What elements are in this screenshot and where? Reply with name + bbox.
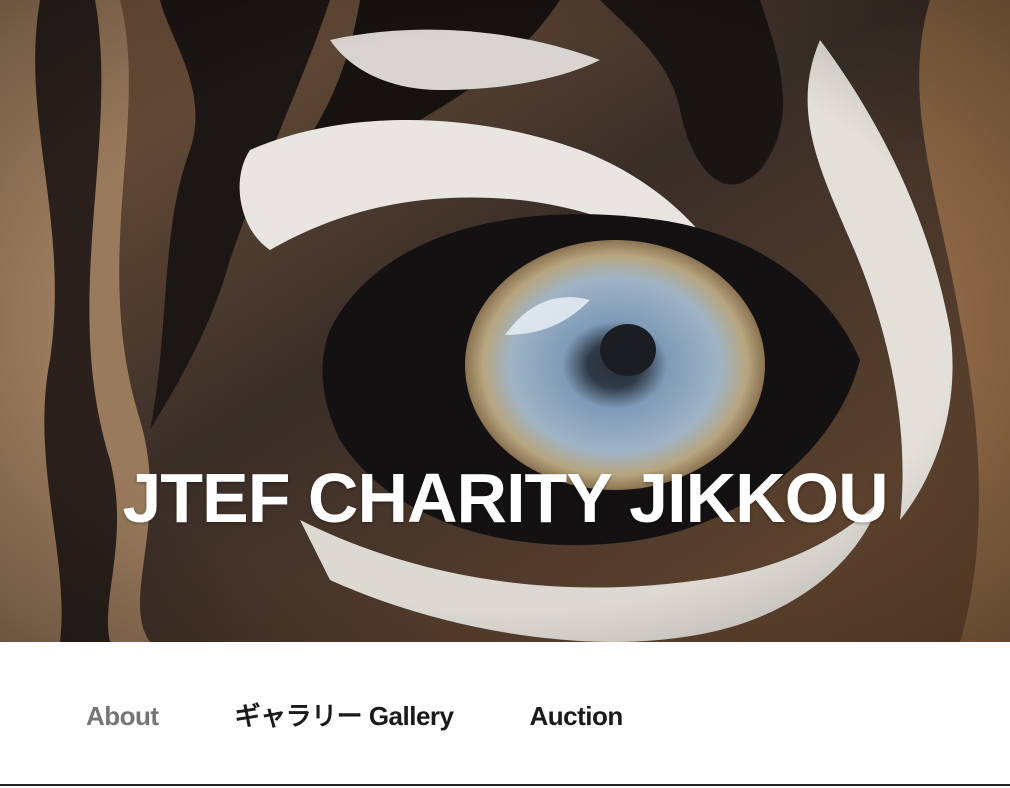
nav-menu: About ギャラリー Gallery Auction — [86, 700, 699, 732]
site-header-hero: JTEF CHARITY JIKKOU — [0, 0, 1010, 642]
nav-item-about[interactable]: About — [86, 700, 159, 732]
nav-bottom-divider — [0, 784, 1010, 786]
nav-item-gallery[interactable]: ギャラリー Gallery — [235, 700, 454, 732]
main-navigation: About ギャラリー Gallery Auction — [0, 642, 1010, 786]
site-title[interactable]: JTEF CHARITY JIKKOU — [0, 458, 1010, 538]
nav-item-auction[interactable]: Auction — [530, 700, 624, 732]
tiger-eye-header-image — [0, 0, 1010, 642]
